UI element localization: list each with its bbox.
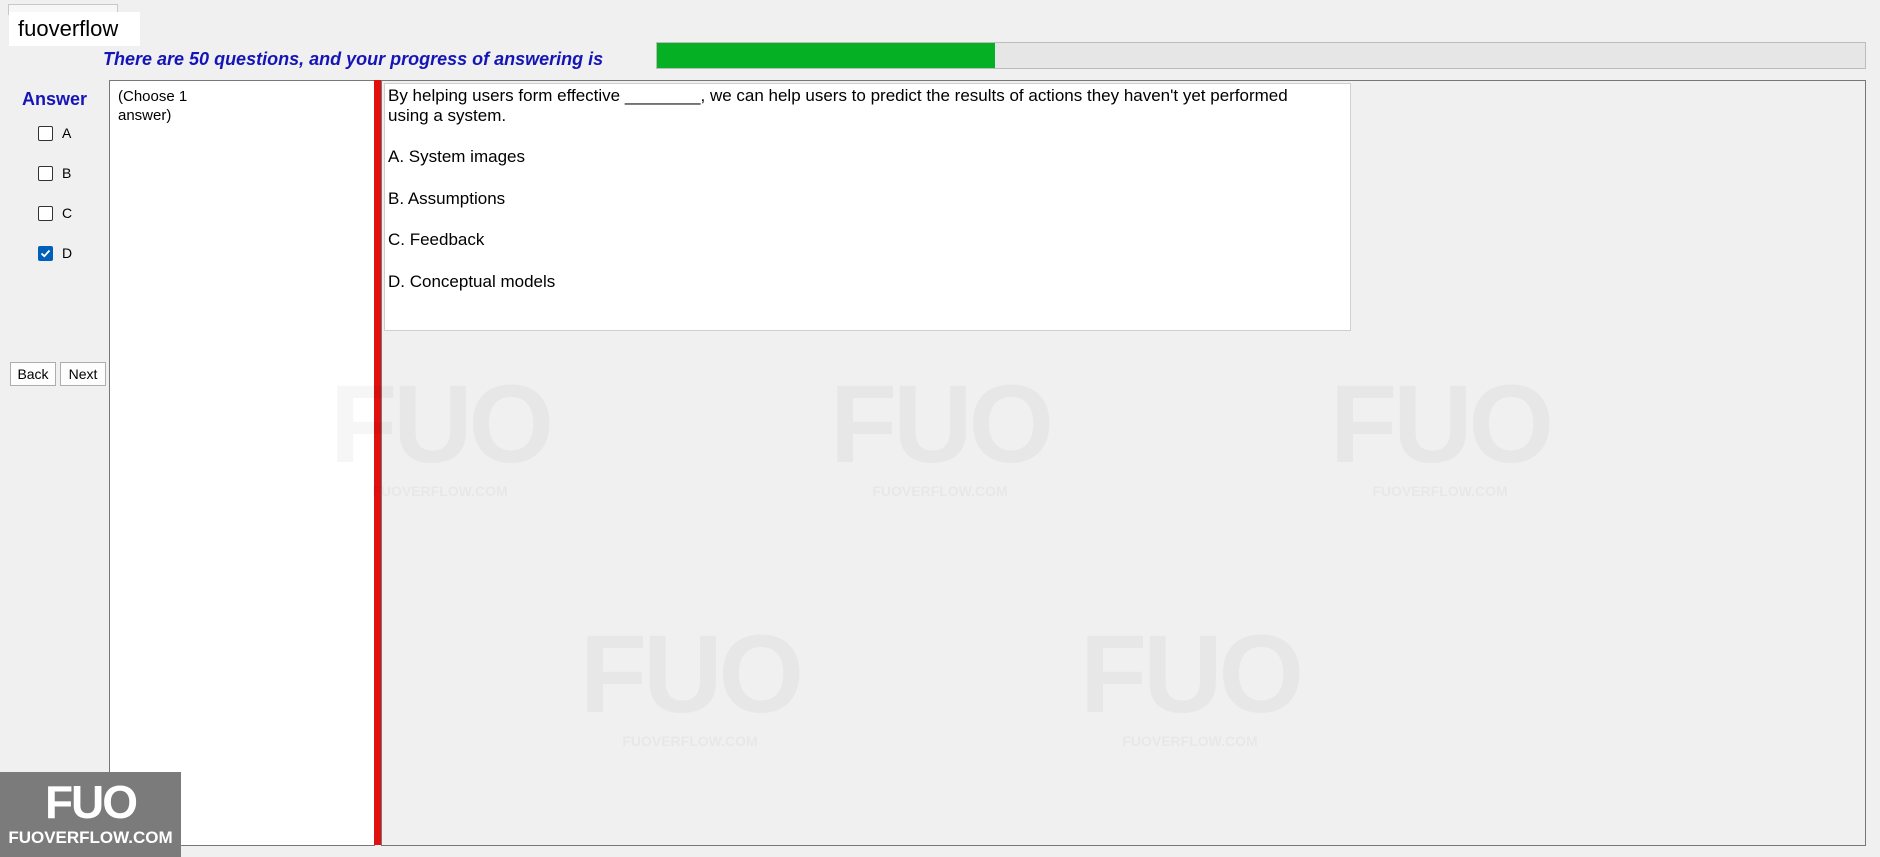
choice-c: C. Feedback: [388, 230, 485, 249]
choose-hint: (Choose 1 answer): [118, 88, 188, 124]
option-letter-b: B: [62, 165, 72, 181]
progress-bar: [656, 42, 1866, 69]
answer-option-d[interactable]: D: [38, 245, 72, 261]
question-box: By helping users form effective ________…: [384, 83, 1351, 331]
choice-d: D. Conceptual models: [388, 272, 556, 291]
back-button[interactable]: Back: [10, 362, 56, 386]
fuo-logo: FUO FUOVERFLOW.COM: [0, 772, 181, 857]
logo-mark: FUO: [44, 776, 138, 828]
next-button[interactable]: Next: [60, 362, 106, 386]
logo-text: FUOVERFLOW.COM: [8, 828, 173, 847]
choice-b: B. Assumptions: [388, 189, 506, 208]
answer-title: Answer: [22, 89, 88, 109]
watermark: FUOFUOVERFLOW.COM: [1070, 625, 1310, 749]
answer-option-a[interactable]: A: [38, 125, 71, 141]
option-letter-a: A: [62, 125, 72, 141]
checkbox-c[interactable]: [38, 205, 53, 221]
choice-a: A. System images: [388, 147, 525, 166]
question-text: By helping users form effective ________…: [388, 86, 1288, 125]
progress-label: There are 50 questions, and your progres…: [103, 49, 604, 69]
option-letter-c: C: [62, 205, 73, 221]
checkbox-a[interactable]: [38, 125, 53, 141]
option-letter-d: D: [62, 245, 73, 261]
answer-option-c[interactable]: C: [38, 205, 72, 221]
watermark: FUOFUOVERFLOW.COM: [820, 375, 1060, 499]
watermark: FUOFUOVERFLOW.COM: [320, 375, 560, 499]
checkbox-d[interactable]: [38, 245, 53, 261]
progress-fill: [657, 43, 996, 68]
answer-option-b[interactable]: B: [38, 165, 71, 181]
brand-label: fuoverflow: [9, 12, 140, 46]
checkbox-b[interactable]: [38, 165, 53, 181]
watermark: FUOFUOVERFLOW.COM: [1320, 375, 1560, 499]
watermark: FUOFUOVERFLOW.COM: [570, 625, 810, 749]
